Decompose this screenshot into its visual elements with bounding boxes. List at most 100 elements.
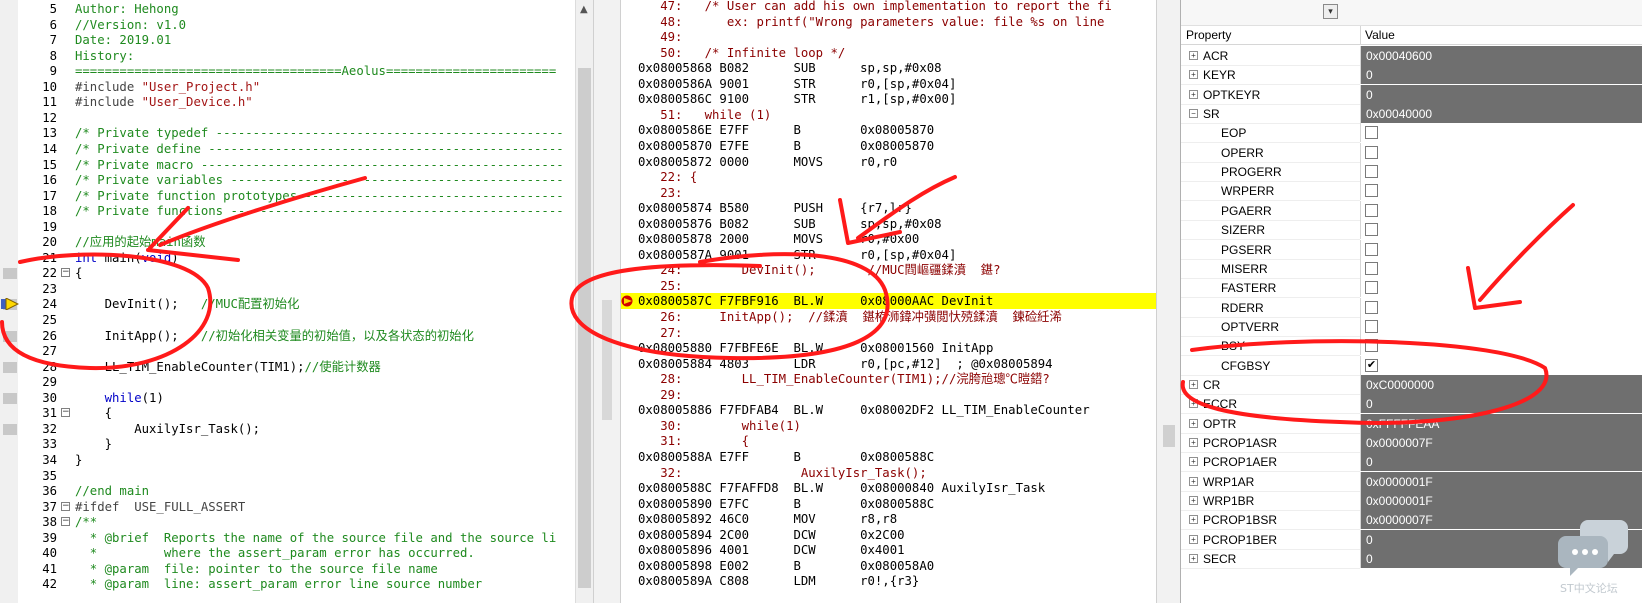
disasm-source-line[interactable]: 25: bbox=[621, 278, 1156, 294]
disassembly-scroll-thumb[interactable] bbox=[1163, 425, 1175, 447]
expand-icon[interactable]: + bbox=[1189, 515, 1198, 525]
register-row[interactable]: − SR 0x00040000 bbox=[1181, 104, 1642, 125]
expand-icon[interactable]: + bbox=[1189, 457, 1198, 467]
disasm-instruction[interactable]: 0x08005876 B082 SUB sp,sp,#0x08 bbox=[621, 216, 1156, 232]
register-row[interactable]: + PCROP1ASR 0x0000007F bbox=[1181, 433, 1642, 453]
register-value[interactable]: 0x00040000 bbox=[1360, 104, 1642, 124]
disasm-source-line[interactable]: 48: ex: printf("Wrong parameters value: … bbox=[621, 14, 1156, 30]
code-line[interactable]: 23 bbox=[0, 281, 575, 297]
register-bit-row[interactable]: PROGERR bbox=[1181, 162, 1642, 183]
disasm-instruction[interactable]: 0x0800588A E7FF B 0x0800588C bbox=[621, 449, 1156, 465]
disasm-instruction[interactable]: 0x0800587A 9001 STR r0,[sp,#0x04] bbox=[621, 247, 1156, 263]
code-line[interactable]: 21 int main(void) bbox=[0, 250, 575, 266]
bit-checkbox[interactable] bbox=[1365, 339, 1378, 353]
bit-checkbox[interactable] bbox=[1365, 223, 1378, 237]
disasm-current-instruction[interactable]: 0x0800587C F7FBF916 BL.W 0x08000AAC DevI… bbox=[621, 293, 1156, 310]
disasm-source-line[interactable]: 22: { bbox=[621, 169, 1156, 185]
disasm-source-line[interactable]: 32: AuxilyIsr_Task(); bbox=[621, 465, 1156, 481]
code-line[interactable]: 14 /* Private define --------------------… bbox=[0, 141, 575, 157]
breakpoint-slot[interactable] bbox=[3, 392, 17, 404]
column-divider[interactable] bbox=[1360, 26, 1361, 45]
register-value[interactable]: 0x0000001F bbox=[1360, 491, 1642, 511]
disasm-source-line[interactable]: 28: LL_TIM_EnableCounter(TIM1);//浣胯兘璁℃暟鍣… bbox=[621, 371, 1156, 387]
bit-checkbox[interactable] bbox=[1365, 300, 1378, 314]
expand-icon[interactable]: + bbox=[1189, 70, 1198, 80]
register-value[interactable]: 0 bbox=[1360, 65, 1642, 85]
disasm-instruction[interactable]: 0x08005874 B580 PUSH {r7,lr} bbox=[621, 200, 1156, 216]
breakpoint-slot[interactable] bbox=[3, 330, 17, 342]
register-bit-row[interactable]: OPERR bbox=[1181, 142, 1642, 163]
register-bit-row[interactable]: WRPERR bbox=[1181, 181, 1642, 202]
code-line[interactable]: 32 AuxilyIsr_Task(); bbox=[0, 421, 575, 437]
code-line[interactable]: 27 bbox=[0, 343, 575, 359]
fold-toggle-icon[interactable]: − bbox=[61, 408, 70, 418]
bit-checkbox[interactable] bbox=[1365, 126, 1378, 140]
expand-icon[interactable]: + bbox=[1189, 379, 1198, 389]
register-value[interactable]: 0x0000007F bbox=[1360, 433, 1642, 452]
register-bit-row[interactable]: FASTERR bbox=[1181, 278, 1642, 299]
register-value[interactable]: 0x0000001F bbox=[1360, 471, 1642, 491]
register-bit-row[interactable]: SIZERR bbox=[1181, 220, 1642, 241]
register-value[interactable]: 0 bbox=[1360, 452, 1642, 472]
register-bit-row[interactable]: PGAERR bbox=[1181, 200, 1642, 221]
disassembly-vertical-scrollbar[interactable] bbox=[1156, 0, 1180, 603]
code-line[interactable]: 29 bbox=[0, 374, 575, 390]
disasm-source-line[interactable]: 30: while(1) bbox=[621, 418, 1156, 434]
disasm-instruction[interactable]: 0x08005892 46C0 MOV r8,r8 bbox=[621, 511, 1156, 527]
code-line[interactable]: 33 } bbox=[0, 436, 575, 452]
expand-icon[interactable]: + bbox=[1189, 534, 1198, 544]
register-bit-row[interactable]: OPTVERR bbox=[1181, 316, 1642, 337]
disasm-instruction[interactable]: 0x08005884 4803 LDR r0,[pc,#12] ; @0x080… bbox=[621, 356, 1156, 372]
register-value[interactable]: 0xC0000000 bbox=[1360, 374, 1642, 394]
disasm-source-line[interactable]: 29: bbox=[621, 387, 1156, 403]
register-row[interactable]: + WRP1AR 0x0000001F bbox=[1181, 471, 1642, 492]
fold-toggle-icon[interactable]: − bbox=[61, 501, 70, 511]
bit-checkbox[interactable] bbox=[1365, 203, 1378, 217]
code-line[interactable]: 20 //应用的起始main函数 bbox=[0, 234, 575, 250]
collapse-icon[interactable]: − bbox=[1189, 109, 1198, 119]
bit-checkbox[interactable] bbox=[1365, 281, 1378, 295]
register-row[interactable]: + PCROP1AER 0 bbox=[1181, 452, 1642, 473]
code-line[interactable]: 11 #include "User_Device.h" bbox=[0, 94, 575, 110]
register-row[interactable]: + CR 0xC0000000 bbox=[1181, 374, 1642, 395]
disasm-instruction[interactable]: 0x0800588C F7FAFFD8 BL.W 0x08000840 Auxi… bbox=[621, 480, 1156, 496]
editor-scroll-thumb[interactable] bbox=[578, 68, 591, 588]
breakpoint-slot[interactable] bbox=[3, 423, 17, 435]
disasm-instruction[interactable]: 0x08005898 E002 B 0x080058A0 bbox=[621, 558, 1156, 574]
bit-checkbox[interactable] bbox=[1365, 261, 1378, 275]
disasm-instruction[interactable]: 0x08005894 2C00 DCW 0x2C00 bbox=[621, 527, 1156, 543]
register-value[interactable]: 0x00040600 bbox=[1360, 46, 1642, 65]
expand-icon[interactable]: + bbox=[1189, 399, 1198, 409]
disasm-source-line[interactable]: 27: bbox=[621, 325, 1156, 341]
code-line[interactable]: 9 ====================================Aeo… bbox=[0, 63, 575, 79]
disasm-instruction[interactable]: 0x08005870 E7FE B 0x08005870 bbox=[621, 138, 1156, 154]
code-line[interactable]: 38−/** bbox=[0, 514, 575, 530]
register-value[interactable]: 0 bbox=[1360, 394, 1642, 414]
code-line[interactable]: 42 * @param line: assert_param error lin… bbox=[0, 576, 575, 592]
code-line[interactable]: 18 /* Private functions -----------------… bbox=[0, 203, 575, 219]
disasm-source-line[interactable]: 26: InitApp(); //鍒濆 鍖栫浉鍏冲彉閲忕殑鍒濆 鍊硷紝浠 bbox=[621, 309, 1156, 325]
code-line[interactable]: 40 * where the assert_param error has oc… bbox=[0, 545, 575, 561]
bit-checkbox[interactable] bbox=[1365, 145, 1378, 159]
disasm-source-line[interactable]: 51: while (1) bbox=[621, 107, 1156, 123]
code-line[interactable]: 30 while(1) bbox=[0, 390, 575, 406]
disasm-instruction[interactable]: 0x08005880 F7FBFE6E BL.W 0x08001560 Init… bbox=[621, 340, 1156, 356]
disasm-instruction[interactable]: 0x08005878 2000 MOVS r0,#0x00 bbox=[621, 231, 1156, 247]
disasm-instruction[interactable]: 0x08005872 0000 MOVS r0,r0 bbox=[621, 154, 1156, 170]
disassembly-pane[interactable]: 47: /* User can add his own implementati… bbox=[621, 0, 1156, 603]
register-row[interactable]: + ACR 0x00040600 bbox=[1181, 46, 1642, 66]
code-line[interactable]: 26 InitApp(); //初始化相关变量的初始值，以及各状态的初始化 bbox=[0, 328, 575, 344]
disasm-source-line[interactable]: 49: bbox=[621, 29, 1156, 45]
chevron-down-icon[interactable]: ▾ bbox=[1323, 4, 1338, 19]
expand-icon[interactable]: + bbox=[1189, 51, 1198, 60]
code-line[interactable]: 35 bbox=[0, 468, 575, 484]
disasm-instruction[interactable]: 0x0800586E E7FF B 0x08005870 bbox=[621, 122, 1156, 138]
code-line[interactable]: 19 bbox=[0, 219, 575, 235]
register-row[interactable]: + OPTR 0xFFFFFEAA bbox=[1181, 413, 1642, 434]
bit-checkbox[interactable] bbox=[1365, 165, 1378, 179]
editor-disasm-splitter[interactable] bbox=[593, 0, 621, 603]
code-line[interactable]: 41 * @param file: pointer to the source … bbox=[0, 561, 575, 577]
code-line[interactable]: 22−{ bbox=[0, 265, 575, 281]
bit-checkbox[interactable] bbox=[1365, 242, 1378, 256]
code-line[interactable]: 24 DevInit(); //MUC配置初始化 bbox=[0, 296, 575, 312]
